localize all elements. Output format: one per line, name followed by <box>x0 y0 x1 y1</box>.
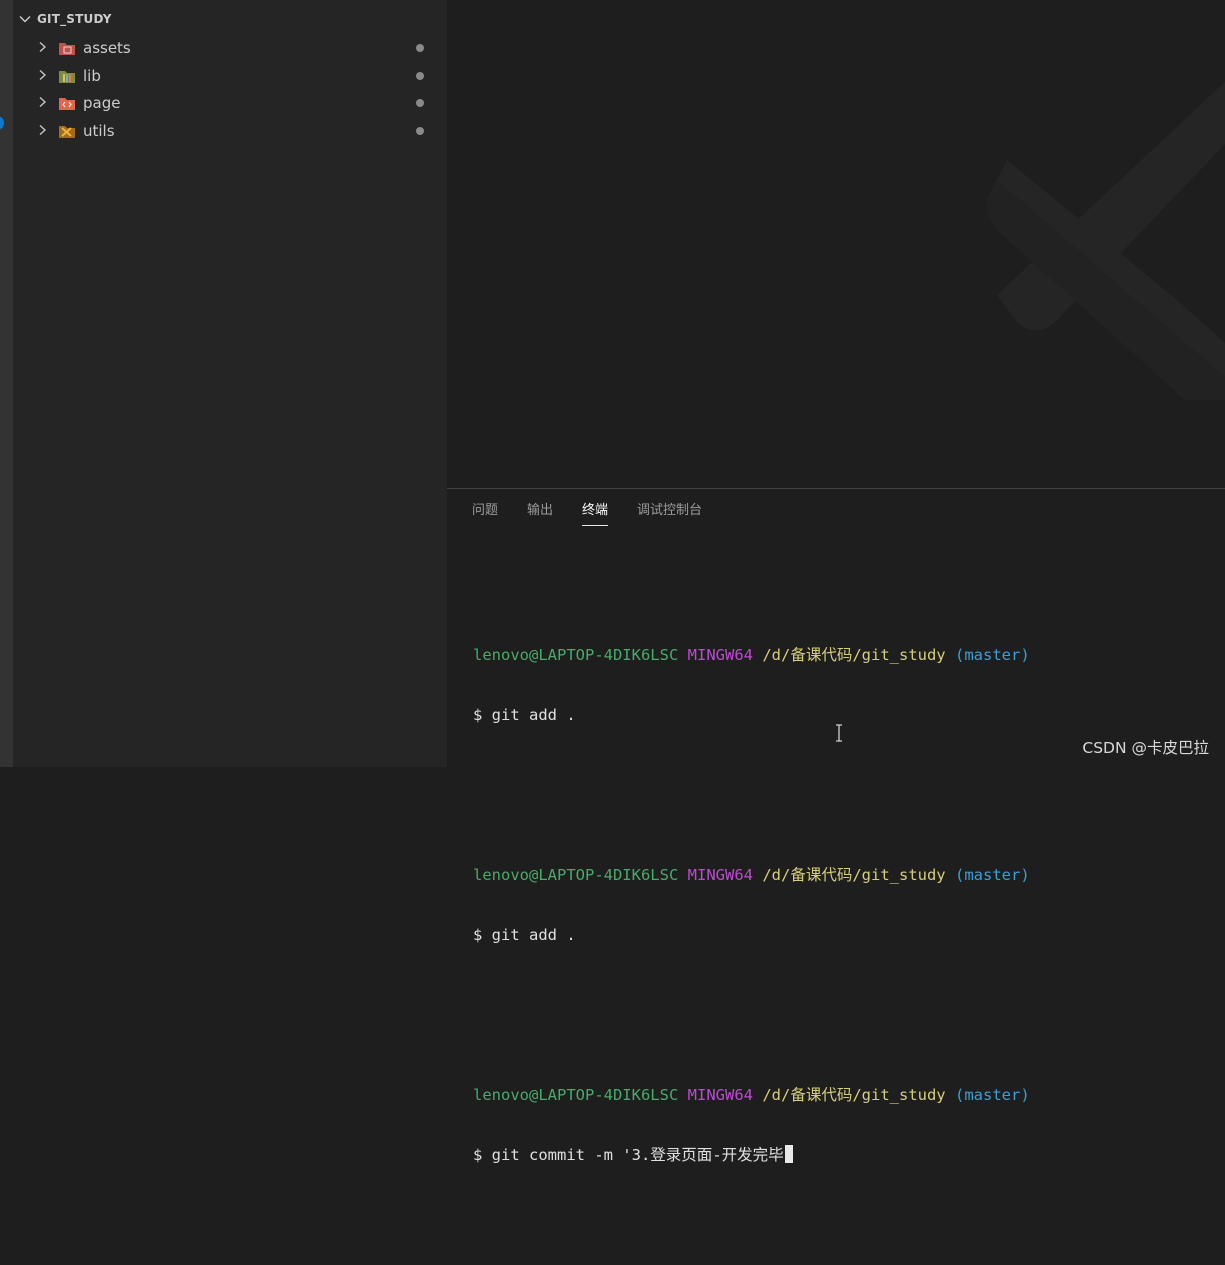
chevron-right-icon <box>39 69 47 80</box>
terminal-command: $ git commit -m '3.登录页面-开发完毕 <box>473 1146 784 1164</box>
prompt-branch: (master) <box>955 1086 1030 1104</box>
tree-item-label: page <box>83 94 121 113</box>
prompt-user: lenovo@LAPTOP-4DIK6LSC <box>473 646 679 664</box>
chevron-right-icon <box>39 125 47 136</box>
prompt-path: /d/备课代码/git_study <box>762 1086 946 1104</box>
folder-lib-icon <box>59 70 75 83</box>
modified-dot <box>416 127 424 136</box>
terminal-output[interactable]: lenovo@LAPTOP-4DIK6LSC MINGW64 /d/备课代码/g… <box>473 565 1030 1265</box>
terminal-block: lenovo@LAPTOP-4DIK6LSC MINGW64 /d/备课代码/g… <box>473 825 1030 985</box>
folder-page-icon <box>59 98 75 111</box>
prompt-path: /d/备课代码/git_study <box>762 646 946 664</box>
prompt-branch: (master) <box>955 646 1030 664</box>
chevron-right-icon <box>39 97 47 108</box>
file-tree: assets lib page utils <box>13 34 447 145</box>
terminal-command: $ git add . <box>473 706 576 724</box>
modified-dot <box>416 99 424 108</box>
tab-problems[interactable]: 问题 <box>472 501 498 525</box>
terminal-prompt-line: lenovo@LAPTOP-4DIK6LSC MINGW64 /d/备课代码/g… <box>473 865 1030 885</box>
tab-debug-console[interactable]: 调试控制台 <box>637 501 702 525</box>
text-cursor-icon <box>836 724 842 742</box>
explorer-sidebar: GIT_STUDY assets lib page utils <box>13 0 447 767</box>
prompt-host: MINGW64 <box>687 866 753 884</box>
terminal-prompt-line: lenovo@LAPTOP-4DIK6LSC MINGW64 /d/备课代码/g… <box>473 1085 1030 1105</box>
tree-item-utils[interactable]: utils <box>13 117 447 145</box>
terminal-block: lenovo@LAPTOP-4DIK6LSC MINGW64 /d/备课代码/g… <box>473 1045 1030 1205</box>
explorer-root-label: GIT_STUDY <box>37 12 112 26</box>
tab-output[interactable]: 输出 <box>527 501 553 525</box>
prompt-user: lenovo@LAPTOP-4DIK6LSC <box>473 1086 679 1104</box>
folder-assets-icon <box>59 43 75 55</box>
terminal-cursor <box>784 1145 793 1163</box>
prompt-host: MINGW64 <box>687 646 753 664</box>
activity-indicator <box>0 116 4 130</box>
terminal-block: lenovo@LAPTOP-4DIK6LSC MINGW64 /d/备课代码/g… <box>473 605 1030 765</box>
explorer-root-folder[interactable]: GIT_STUDY <box>13 8 112 30</box>
vscode-logo-watermark <box>987 81 1225 400</box>
tree-item-label: lib <box>83 66 101 85</box>
csdn-watermark: CSDN @卡皮巴拉 <box>1082 739 1209 757</box>
prompt-user: lenovo@LAPTOP-4DIK6LSC <box>473 866 679 884</box>
prompt-host: MINGW64 <box>687 1086 753 1104</box>
tree-item-page[interactable]: page <box>13 89 447 117</box>
tree-item-label: assets <box>83 39 131 57</box>
modified-dot <box>416 71 424 80</box>
chevron-down-icon <box>13 12 37 26</box>
tree-item-assets[interactable]: assets <box>13 34 447 62</box>
tree-item-lib[interactable]: lib <box>13 62 447 90</box>
prompt-path: /d/备课代码/git_study <box>762 866 946 884</box>
activity-bar <box>0 0 13 767</box>
terminal-prompt-line: lenovo@LAPTOP-4DIK6LSC MINGW64 /d/备课代码/g… <box>473 645 1030 665</box>
tree-item-label: utils <box>83 122 115 141</box>
prompt-branch: (master) <box>955 866 1030 884</box>
folder-utils-icon <box>59 126 75 139</box>
tab-terminal[interactable]: 终端 <box>582 501 609 526</box>
chevron-right-icon <box>39 41 47 53</box>
panel-tabs: 问题 输出 终端 调试控制台 <box>472 501 731 526</box>
modified-dot <box>416 44 424 52</box>
terminal-command: $ git add . <box>473 926 576 944</box>
terminal-current-command-line[interactable]: $ git commit -m '3.登录页面-开发完毕 <box>473 1145 1030 1165</box>
editor-area <box>447 0 1225 488</box>
